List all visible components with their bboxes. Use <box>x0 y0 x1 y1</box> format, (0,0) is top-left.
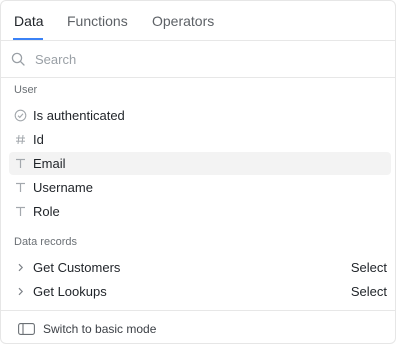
search-bar <box>1 41 395 78</box>
list-item-get-customers[interactable]: Get Customers Select <box>9 256 391 279</box>
text-icon <box>14 157 27 170</box>
switch-label: Switch to basic mode <box>43 322 157 336</box>
search-icon <box>11 52 25 66</box>
tab-data[interactable]: Data <box>14 13 44 29</box>
text-icon <box>14 181 27 194</box>
list-item-get-lookups[interactable]: Get Lookups Select <box>9 280 391 303</box>
tab-operators[interactable]: Operators <box>152 13 214 29</box>
list-item-role[interactable]: Role <box>9 200 391 223</box>
list-item-label: Email <box>33 156 66 171</box>
list-item-label: Get Lookups <box>33 284 107 299</box>
chevron-right-icon[interactable] <box>14 285 27 298</box>
chevron-right-icon[interactable] <box>14 261 27 274</box>
list-item-is-authenticated[interactable]: Is authenticated <box>9 104 391 127</box>
tab-bar: Data Functions Operators <box>1 1 395 41</box>
text-icon <box>14 205 27 218</box>
list-item-label: Role <box>33 204 60 219</box>
list-item-label: Is authenticated <box>33 108 125 123</box>
list-item-id[interactable]: Id <box>9 128 391 151</box>
list-item-email[interactable]: Email <box>9 152 391 175</box>
list-item-label: Id <box>33 132 44 147</box>
section-title-user: User <box>14 84 38 96</box>
tab-functions[interactable]: Functions <box>67 13 128 29</box>
data-picker-panel: Data Functions Operators User Is authent… <box>0 0 396 344</box>
list-item-label: Get Customers <box>33 260 121 275</box>
hash-icon <box>14 133 27 146</box>
select-button[interactable]: Select <box>351 260 387 275</box>
search-input[interactable] <box>35 49 375 69</box>
footer: Switch to basic mode <box>1 310 395 343</box>
list-item-label: Username <box>33 180 93 195</box>
section-title-data-records: Data records <box>14 236 77 248</box>
toggle-icon <box>18 323 35 335</box>
boolean-check-icon <box>14 109 27 122</box>
select-button[interactable]: Select <box>351 284 387 299</box>
active-tab-indicator <box>13 38 43 40</box>
list-item-username[interactable]: Username <box>9 176 391 199</box>
